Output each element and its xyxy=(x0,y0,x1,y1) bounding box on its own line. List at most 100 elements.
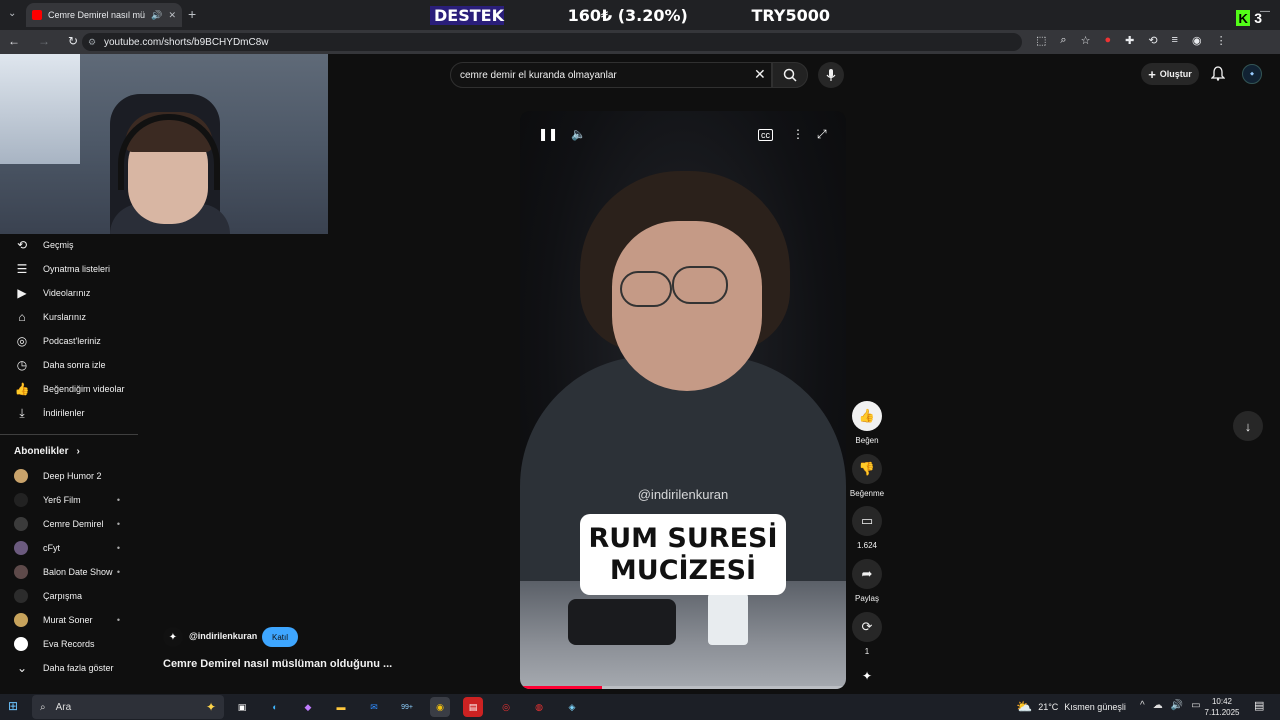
system-tray: ^ ☁ 🔊 ▭ xyxy=(1140,700,1201,711)
join-button[interactable]: Katıl xyxy=(262,627,298,647)
remix-action[interactable]: ⟳ 1 xyxy=(847,612,887,656)
webcam-window-background xyxy=(0,54,80,164)
shorts-video-player[interactable]: @indirilenkuran RUM SURESİ MUCİZESİ ❚❚ 🔈… xyxy=(520,111,846,689)
search-button[interactable] xyxy=(772,62,808,88)
subscription-label: Deep Humor 2 xyxy=(43,471,102,481)
channel-avatar[interactable]: ✦ xyxy=(163,627,183,647)
video-title[interactable]: Cemre Demirel nasıl müslüman olduğunu ..… xyxy=(163,658,392,670)
new-content-dot: • xyxy=(116,495,120,505)
account-avatar[interactable]: ◆ xyxy=(1242,64,1262,84)
task-view-icon[interactable]: ▣ xyxy=(232,697,252,717)
comments-action[interactable]: ▭ 1.624 xyxy=(847,506,887,550)
voice-search-button[interactable] xyxy=(818,62,844,88)
red-app-icon[interactable]: ◎ xyxy=(496,697,516,717)
extension-badge-icon[interactable]: ● xyxy=(1104,34,1111,47)
remix-count: 1 xyxy=(864,647,870,656)
windows-start-icon[interactable]: ⊞ xyxy=(8,699,18,713)
channel-name[interactable]: @indirilenkuran xyxy=(189,631,257,641)
video-glasses-left xyxy=(620,271,672,307)
notifications-bell-icon[interactable] xyxy=(1210,66,1226,86)
fullscreen-icon[interactable]: ⤢ xyxy=(817,127,827,142)
sidebar-item[interactable]: 👍 Beğendiğim videolar xyxy=(0,377,138,401)
obs-icon[interactable]: ◍ xyxy=(529,697,549,717)
sidebar-item[interactable]: ◎ Podcast'leriniz xyxy=(0,329,138,353)
sidebar-item-label: Oynatma listeleri xyxy=(43,264,111,274)
taskbar-search-box[interactable]: ⌕ Ara ✦ xyxy=(32,695,224,719)
captions-cc-icon[interactable]: cc xyxy=(758,129,773,141)
notifications-icon[interactable]: ▤ xyxy=(1254,699,1264,712)
extensions-puzzle-icon[interactable]: ✚ xyxy=(1125,34,1134,47)
share-action[interactable]: ➦ Paylaş xyxy=(847,559,887,603)
subscriptions-heading[interactable]: Abonelikler › xyxy=(14,446,80,457)
channel-avatar xyxy=(14,565,28,579)
chevron-down-icon: ⌄ xyxy=(16,661,28,675)
voice-app-icon[interactable]: ▤ xyxy=(463,697,483,717)
zoom-icon[interactable]: ⌕ xyxy=(1060,34,1066,47)
comment-icon[interactable]: ▭ xyxy=(852,506,882,536)
back-icon[interactable]: ← xyxy=(8,34,20,48)
channel-logo-icon[interactable]: ✦ xyxy=(857,666,877,686)
thumbs-up-icon[interactable]: 👍 xyxy=(852,401,882,431)
forward-icon[interactable]: → xyxy=(38,34,50,48)
sidebar-item[interactable]: ◷ Daha sonra izle xyxy=(0,353,138,377)
media-control-icon[interactable]: ≡ xyxy=(1172,34,1178,47)
pause-icon[interactable]: ❚❚ xyxy=(538,127,558,141)
cloud-icon[interactable]: ☁ xyxy=(1153,700,1163,711)
search-input[interactable]: cemre demir el kuranda olmayanlar xyxy=(450,62,772,88)
download-icon: ⤓ xyxy=(19,405,25,420)
notes-app-icon[interactable]: ◈ xyxy=(562,697,582,717)
tab-search-menu-icon[interactable]: ⌄ xyxy=(8,8,16,19)
speaker-icon[interactable]: 🔊 xyxy=(1171,700,1183,711)
taskbar-clock[interactable]: 10:42 7.11.2025 xyxy=(1200,696,1244,718)
clear-search-icon[interactable]: ✕ xyxy=(754,66,766,83)
subscription-item[interactable]: Cemre Demirel • xyxy=(0,512,138,536)
create-button[interactable]: + Oluştur xyxy=(1141,63,1199,85)
subscription-label: cFyt xyxy=(43,543,60,553)
weather-widget[interactable]: ⛅ 21°C Kısmen güneşli xyxy=(1016,699,1126,715)
sidebar-item[interactable]: ▶ Videolarınız xyxy=(0,281,138,305)
sidebar-item[interactable]: ⟲ Geçmiş xyxy=(0,233,138,257)
site-info-icon[interactable]: ⚙ xyxy=(88,37,98,47)
tab-audio-icon[interactable]: 🔊 xyxy=(151,10,162,21)
reload-icon[interactable]: ↻ xyxy=(68,34,78,48)
next-video-button[interactable]: ↓ xyxy=(1233,411,1263,441)
history-toolbar-icon[interactable]: ⟲ xyxy=(1148,34,1157,47)
volume-icon[interactable]: 🔈 xyxy=(571,127,586,141)
close-tab-icon[interactable]: ✕ xyxy=(168,10,176,21)
subscription-item[interactable]: Çarpışma xyxy=(0,584,138,608)
copilot-icon[interactable]: ◆ xyxy=(298,697,318,717)
sidebar-item[interactable]: ⤓ İndirilenler xyxy=(0,401,138,425)
sidebar-item[interactable]: ⌂ Kurslarınız xyxy=(0,305,138,329)
like-action[interactable]: 👍 Beğen xyxy=(847,401,887,445)
edge-icon[interactable]: ◐ xyxy=(265,697,285,717)
weather-desc: Kısmen güneşli xyxy=(1064,702,1126,712)
remix-icon[interactable]: ⟳ xyxy=(852,612,882,642)
address-bar[interactable]: youtube.com/shorts/b9BCHYDmC8w xyxy=(82,33,1022,51)
tray-chevron-icon[interactable]: ^ xyxy=(1140,700,1145,711)
subscription-item[interactable]: Deep Humor 2 xyxy=(0,464,138,488)
subscription-item[interactable]: Yer6 Film • xyxy=(0,488,138,512)
profile-icon[interactable]: ◉ xyxy=(1192,34,1202,47)
install-app-icon[interactable]: ⬚ xyxy=(1036,34,1046,47)
browser-menu-icon[interactable]: ⋮ xyxy=(1216,34,1227,47)
outlook-icon[interactable]: ✉ xyxy=(364,697,384,717)
sidebar-item[interactable]: ☰ Oynatma listeleri xyxy=(0,257,138,281)
show-more-button[interactable]: ⌄ Daha fazla göster xyxy=(0,656,138,680)
url-text: youtube.com/shorts/b9BCHYDmC8w xyxy=(104,36,269,48)
bookmark-star-icon[interactable]: ☆ xyxy=(1081,34,1091,47)
subscription-item[interactable]: Eva Records xyxy=(0,632,138,656)
mail-badge-icon[interactable]: 99+ xyxy=(397,697,417,717)
file-explorer-icon[interactable]: ▬ xyxy=(331,697,351,717)
thumbs-down-icon[interactable]: 👎 xyxy=(852,454,882,484)
more-options-icon[interactable]: ⋮ xyxy=(792,127,804,141)
video-plant-pot xyxy=(568,599,676,645)
dislike-action[interactable]: 👎 Beğenme xyxy=(847,454,887,498)
channel-avatar xyxy=(14,517,28,531)
subscription-item[interactable]: Balon Date Show • xyxy=(0,560,138,584)
subscription-item[interactable]: Murat Soner • xyxy=(0,608,138,632)
new-tab-icon[interactable]: + xyxy=(188,6,196,22)
chrome-icon[interactable]: ◉ xyxy=(430,697,450,717)
share-icon[interactable]: ➦ xyxy=(852,559,882,589)
browser-tab[interactable]: Cemre Demirel nasıl müslü... 🔊 ✕ xyxy=(26,3,182,27)
subscription-item[interactable]: cFyt • xyxy=(0,536,138,560)
